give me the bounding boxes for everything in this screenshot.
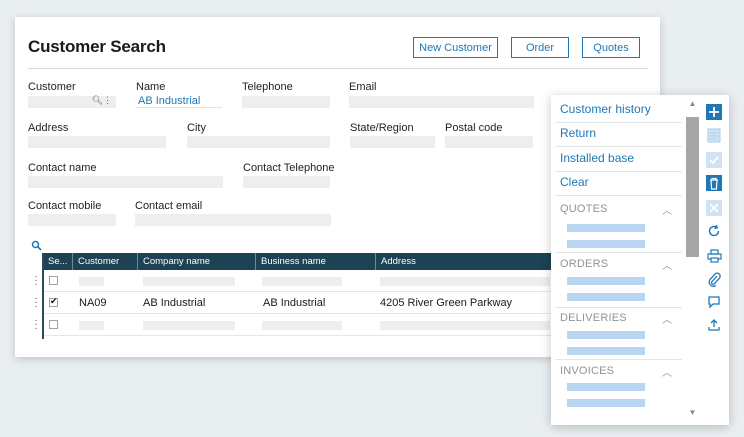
chevron-up-icon[interactable]: ︿ [662, 311, 672, 326]
contact-email-label: Contact email [135, 200, 203, 212]
row-menu-icon[interactable]: · · · [33, 294, 39, 312]
state-region-label: State/Region [350, 122, 414, 134]
placeholder-bar [567, 224, 645, 232]
column-header-customer[interactable]: Customer [78, 256, 119, 267]
refresh-icon[interactable] [706, 223, 722, 239]
name-field[interactable]: AB Industrial [136, 96, 222, 108]
placeholder-bar [567, 399, 645, 407]
placeholder-bar [567, 347, 645, 355]
postal-code-label: Postal code [445, 122, 503, 134]
column-header-business-name[interactable]: Business name [261, 256, 326, 267]
search-icon[interactable] [31, 240, 42, 251]
empty-cell [262, 321, 342, 330]
trash-icon[interactable] [706, 175, 722, 191]
page-title: Customer Search [28, 37, 166, 56]
close-icon[interactable] [706, 200, 722, 216]
invoices-section-header[interactable]: INVOICES [560, 365, 614, 377]
installed-base-link[interactable]: Installed base [555, 148, 682, 172]
customer-field[interactable]: 🔍︎⋮ [28, 95, 116, 108]
side-panel: Customer history Return Installed base C… [551, 95, 729, 425]
column-divider [137, 253, 138, 270]
comment-icon[interactable] [706, 294, 722, 310]
row-checkbox[interactable] [49, 276, 58, 285]
section-divider [555, 359, 682, 360]
cell-address: 4205 River Green Parkway [380, 297, 513, 309]
empty-cell [262, 277, 342, 286]
city-label: City [187, 122, 206, 134]
deliveries-section-header[interactable]: DELIVERIES [560, 312, 627, 324]
column-divider [255, 253, 256, 270]
contact-telephone-label: Contact Telephone [243, 162, 335, 174]
empty-cell [143, 277, 235, 286]
plus-icon[interactable] [706, 104, 722, 120]
column-header-address[interactable]: Address [381, 256, 416, 267]
empty-cell [143, 321, 235, 330]
customer-history-link[interactable]: Customer history [555, 99, 682, 123]
placeholder-bar [567, 277, 645, 285]
telephone-field[interactable] [242, 96, 330, 108]
return-link[interactable]: Return [555, 123, 682, 147]
row-menu-icon[interactable]: · · · [33, 316, 39, 334]
contact-name-field[interactable] [28, 176, 223, 188]
name-label: Name [136, 81, 166, 93]
chevron-up-icon[interactable]: ︿ [662, 364, 672, 379]
address-label: Address [28, 122, 69, 134]
postal-code-field[interactable] [445, 136, 533, 148]
orders-section-header[interactable]: ORDERS [560, 258, 608, 270]
contact-mobile-label: Contact mobile [28, 200, 102, 212]
empty-cell [380, 277, 550, 286]
city-field[interactable] [187, 136, 330, 148]
placeholder-bar [567, 383, 645, 391]
customer-label: Customer [28, 81, 76, 93]
header-divider [28, 68, 648, 69]
check-icon[interactable] [706, 152, 722, 168]
placeholder-bar [567, 293, 645, 301]
scroll-up-arrow[interactable]: ▲ [686, 99, 699, 108]
cell-business-name: AB Industrial [263, 297, 326, 309]
new-customer-button[interactable]: New Customer [413, 37, 498, 58]
cell-customer: NA09 [79, 297, 107, 309]
state-region-field[interactable] [350, 136, 435, 148]
address-field[interactable] [28, 136, 166, 148]
order-button[interactable]: Order [511, 37, 569, 58]
column-header-select[interactable]: Se... [48, 256, 68, 267]
telephone-label: Telephone [242, 81, 293, 93]
placeholder-bar [567, 240, 645, 248]
section-divider [555, 307, 682, 308]
row-checkbox[interactable] [49, 296, 58, 307]
upload-icon[interactable] [706, 317, 722, 333]
placeholder-bar [567, 331, 645, 339]
contact-name-label: Contact name [28, 162, 97, 174]
document-icon[interactable] [706, 127, 722, 143]
contact-telephone-field[interactable] [243, 176, 330, 188]
print-icon[interactable] [706, 248, 722, 264]
search-icon[interactable]: 🔍︎⋮ [92, 95, 112, 106]
column-header-company-name[interactable]: Company name [143, 256, 210, 267]
chevron-up-icon[interactable]: ︿ [662, 202, 672, 217]
column-divider [72, 253, 73, 270]
row-menu-icon[interactable]: · · · [33, 272, 39, 290]
paperclip-icon[interactable] [706, 271, 722, 287]
row-checkbox[interactable] [49, 320, 58, 329]
column-divider [375, 253, 376, 270]
email-field[interactable] [349, 96, 534, 108]
scroll-down-arrow[interactable]: ▼ [686, 408, 699, 417]
empty-cell [79, 321, 104, 330]
contact-mobile-field[interactable] [28, 214, 116, 226]
email-label: Email [349, 81, 377, 93]
section-divider [555, 252, 682, 253]
empty-cell [380, 321, 550, 330]
cell-company-name: AB Industrial [143, 297, 206, 309]
empty-cell [79, 277, 104, 286]
contact-email-field[interactable] [135, 214, 331, 226]
clear-link[interactable]: Clear [555, 172, 682, 196]
scrollbar-thumb[interactable] [686, 117, 699, 257]
chevron-up-icon[interactable]: ︿ [662, 257, 672, 272]
quotes-section-header[interactable]: QUOTES [560, 203, 608, 215]
quotes-button[interactable]: Quotes [582, 37, 640, 58]
